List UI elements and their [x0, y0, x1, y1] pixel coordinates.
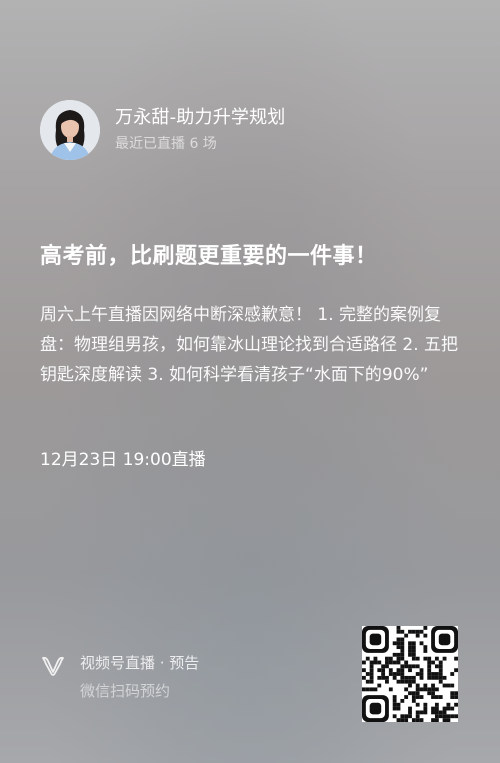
brand-label: 视频号直播 · 预告 [80, 654, 200, 672]
host-name[interactable]: 万永甜-助力升学规划 [115, 106, 286, 130]
scan-hint: 微信扫码预约 [80, 682, 171, 700]
host-header[interactable]: 万永甜-助力升学规划 最近已直播 6 场 [40, 100, 286, 160]
host-avatar[interactable] [40, 100, 100, 160]
host-info: 万永甜-助力升学规划 最近已直播 6 场 [115, 106, 286, 154]
host-live-count: 最近已直播 6 场 [115, 136, 217, 152]
channels-icon [42, 656, 64, 676]
avatar-image [40, 100, 100, 160]
qr-code-image [362, 626, 458, 722]
footer-text: 视频号直播 · 预告 微信扫码预约 [80, 650, 199, 704]
live-description: 周六上午直播因网络中断深感歉意！ 1. 完整的案例复盘：物理组男孩，如何靠冰山理… [40, 305, 459, 385]
live-preview-card: 万永甜-助力升学规划 最近已直播 6 场 高考前，比刷题更重要的一件事！ 周六上… [0, 0, 500, 763]
live-schedule-time: 12月23日 19:00直播 [40, 450, 206, 470]
footer-brand: 视频号直播 · 预告 微信扫码预约 [40, 650, 199, 704]
live-title: 高考前，比刷题更重要的一件事！ [40, 244, 378, 269]
qr-code[interactable] [362, 626, 458, 722]
